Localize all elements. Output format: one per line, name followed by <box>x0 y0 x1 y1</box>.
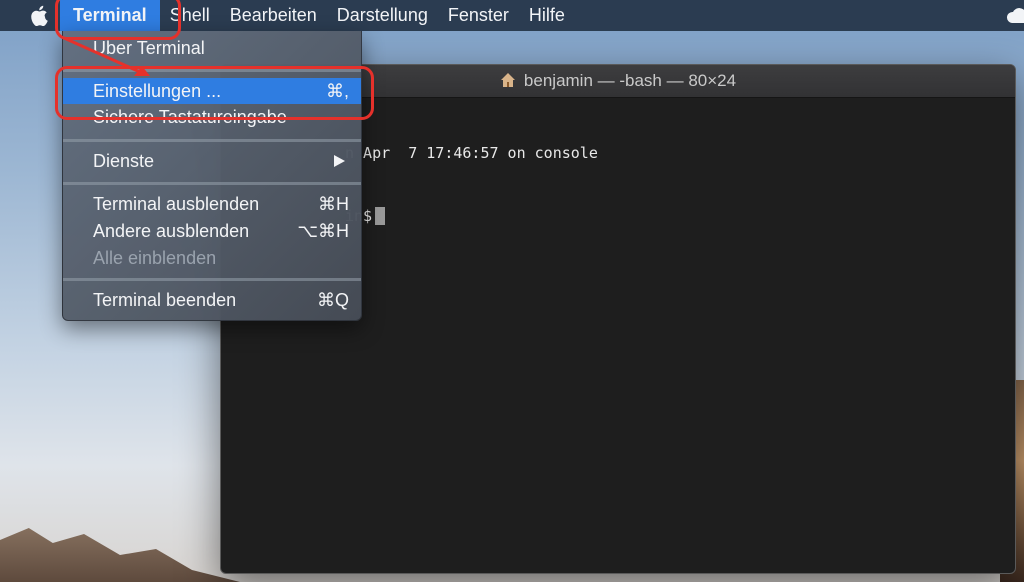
submenu-arrow-icon <box>334 155 345 167</box>
menu-hilfe[interactable]: Hilfe <box>519 0 575 31</box>
menu-separator <box>63 139 361 142</box>
menu-separator <box>63 182 361 185</box>
desktop-mountain <box>0 528 240 582</box>
menu-item-alle-einblenden: Alle einblenden <box>63 245 361 271</box>
menu-item-andere-ausblenden[interactable]: Andere ausblenden ⌥⌘H <box>63 218 361 244</box>
menu-item-shortcut: ⌥⌘H <box>297 221 349 241</box>
menu-item-terminal-beenden[interactable]: Terminal beenden ⌘Q <box>63 287 361 313</box>
menu-separator <box>63 69 361 72</box>
home-icon <box>500 67 516 87</box>
creative-cloud-icon[interactable] <box>1006 6 1024 24</box>
menu-item-label: Terminal ausblenden <box>93 194 260 214</box>
menu-item-shortcut: ⌘Q <box>316 290 349 310</box>
terminal-title: benjamin — -bash — 80×24 <box>523 71 737 90</box>
menu-item-sichere-tastatureingabe[interactable]: Sichere Tastatureingabe <box>63 104 361 130</box>
menu-item-label: Über Terminal <box>93 38 205 58</box>
terminal-dropdown-menu: Über Terminal Einstellungen ... ⌘, Siche… <box>62 31 362 321</box>
menu-shell[interactable]: Shell <box>160 0 220 31</box>
menu-bar: Terminal Shell Bearbeiten Darstellung Fe… <box>0 0 1024 31</box>
menu-item-label: Dienste <box>93 151 155 171</box>
menu-bearbeiten[interactable]: Bearbeiten <box>220 0 327 31</box>
menu-item-shortcut: ⌘H <box>318 194 349 214</box>
menu-darstellung[interactable]: Darstellung <box>327 0 438 31</box>
menu-item-label: Alle einblenden <box>93 248 217 268</box>
menu-item-label: Sichere Tastatureingabe <box>93 107 287 127</box>
menu-separator <box>63 278 361 281</box>
menu-terminal[interactable]: Terminal <box>60 0 160 31</box>
menu-item-dienste[interactable]: Dienste <box>63 148 361 174</box>
menu-item-label: Einstellungen ... <box>93 81 222 101</box>
menu-item-ueber-terminal[interactable]: Über Terminal <box>63 35 361 61</box>
menu-item-label: Terminal beenden <box>93 290 237 310</box>
menu-item-label: Andere ausblenden <box>93 221 250 241</box>
menu-item-terminal-ausblenden[interactable]: Terminal ausblenden ⌘H <box>63 191 361 217</box>
menu-item-einstellungen[interactable]: Einstellungen ... ⌘, <box>63 78 361 104</box>
menu-fenster[interactable]: Fenster <box>438 0 519 31</box>
menu-item-shortcut: ⌘, <box>325 81 349 101</box>
apple-logo-icon[interactable] <box>28 5 50 27</box>
terminal-cursor <box>375 207 386 225</box>
